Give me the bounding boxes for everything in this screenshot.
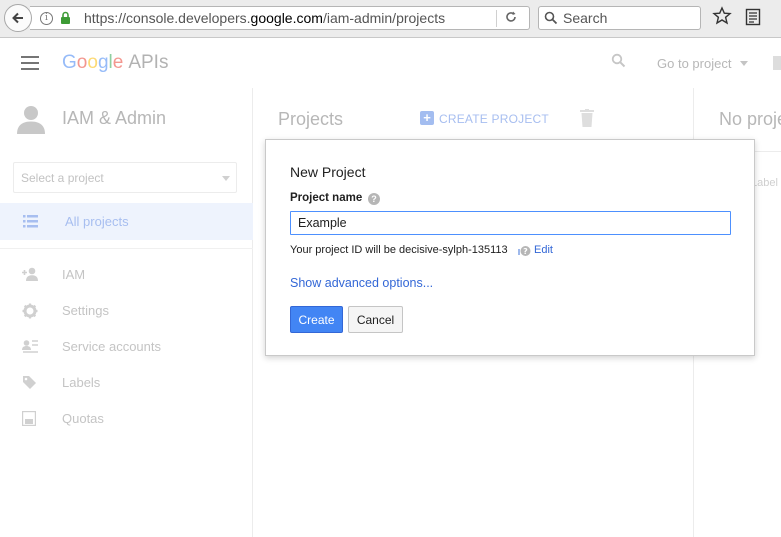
logo-letter: o (87, 52, 98, 73)
sidebar-item-label: All projects (65, 214, 129, 229)
gear-icon (22, 303, 38, 324)
lock-icon (60, 11, 71, 30)
sidebar-item-settings[interactable]: Settings (0, 296, 253, 326)
show-advanced-options-link[interactable]: Show advanced options... (290, 276, 433, 290)
browser-search-box[interactable]: Search (538, 6, 701, 30)
chevron-down-icon (222, 176, 230, 181)
search-icon (544, 11, 558, 30)
hamburger-menu-icon[interactable] (21, 56, 39, 70)
tag-icon (22, 375, 37, 395)
help-icon[interactable]: ? (368, 193, 380, 205)
sidebar-item-label: IAM (62, 267, 86, 282)
page-title: Projects (278, 109, 344, 129)
person-add-icon (22, 267, 39, 286)
url-bar[interactable]: i https://console.developers.google.com/… (30, 6, 530, 30)
logo-letter: e (112, 52, 124, 73)
url-host: google.com (250, 10, 323, 26)
add-box-icon: + (420, 111, 434, 125)
sidebar-item-service-accounts[interactable]: Service accounts (0, 332, 253, 362)
sidebar-item-label: Settings (62, 303, 109, 318)
sidebar-item-label: Quotas (62, 411, 104, 426)
sidebar-item-labels[interactable]: Labels (0, 368, 253, 398)
url-prefix: https://console.developers. (84, 10, 251, 26)
quota-icon (21, 410, 37, 431)
console-header: Google APIs Go to project (0, 39, 781, 87)
url-divider (496, 10, 497, 27)
url-text: https://console.developers.google.com/ia… (84, 10, 445, 26)
project-select-placeholder: Select a project (21, 171, 104, 185)
reading-list-icon[interactable] (745, 8, 761, 31)
gift-icon[interactable] (773, 56, 781, 70)
edit-project-id-link[interactable]: Edit (534, 244, 553, 256)
back-arrow-icon (12, 12, 23, 24)
project-select[interactable]: Select a project (13, 162, 237, 193)
browser-toolbar: i https://console.developers.google.com/… (0, 0, 781, 38)
svg-text:?: ? (523, 247, 528, 256)
reload-icon[interactable] (504, 10, 518, 29)
logo-letter: g (97, 52, 109, 73)
go-to-project-dropdown[interactable]: Go to project (657, 56, 731, 71)
project-id-text: Your project ID will be decisive-sylph-1… (290, 244, 508, 256)
create-project-label: CREATE PROJECT (439, 112, 549, 126)
sidebar: IAM & Admin Select a project All project… (0, 88, 253, 537)
bookmark-star-icon[interactable] (712, 6, 732, 31)
service-account-icon (22, 339, 38, 358)
person-icon (16, 104, 46, 139)
google-apis-logo[interactable]: Google APIs (62, 52, 168, 74)
panel-title: No proje (719, 109, 781, 129)
sidebar-header: IAM & Admin (0, 88, 253, 152)
logo-letter: o (76, 52, 88, 73)
list-icon (23, 215, 38, 233)
project-name-input[interactable] (290, 211, 731, 235)
trash-icon[interactable] (580, 109, 594, 132)
site-info-icon[interactable]: i (40, 12, 53, 25)
sidebar-item-all-projects[interactable]: All projects (0, 203, 253, 240)
cancel-button[interactable]: Cancel (348, 306, 403, 333)
sidebar-item-label: Labels (62, 375, 101, 390)
url-path: /iam-admin/projects (322, 10, 446, 26)
back-button[interactable] (4, 4, 32, 32)
new-project-dialog: New Project Project name ? Your project … (265, 139, 755, 356)
project-name-label: Project name (290, 192, 363, 204)
create-button[interactable]: Create (290, 306, 343, 333)
search-placeholder: Search (563, 10, 608, 26)
sidebar-item-iam[interactable]: IAM (0, 260, 253, 290)
chevron-down-icon (740, 61, 748, 66)
logo-letter: G (62, 52, 77, 73)
help-icon[interactable]: ? (518, 244, 531, 262)
dialog-title: New Project (290, 164, 366, 180)
sidebar-item-label: Service accounts (62, 339, 161, 354)
nav-divider (0, 248, 253, 249)
sidebar-title: IAM & Admin (62, 108, 167, 128)
labels-tab[interactable]: Label (751, 177, 778, 189)
search-icon[interactable] (611, 53, 626, 73)
logo-suffix: APIs (128, 52, 169, 73)
sidebar-item-quotas[interactable]: Quotas (0, 404, 253, 434)
